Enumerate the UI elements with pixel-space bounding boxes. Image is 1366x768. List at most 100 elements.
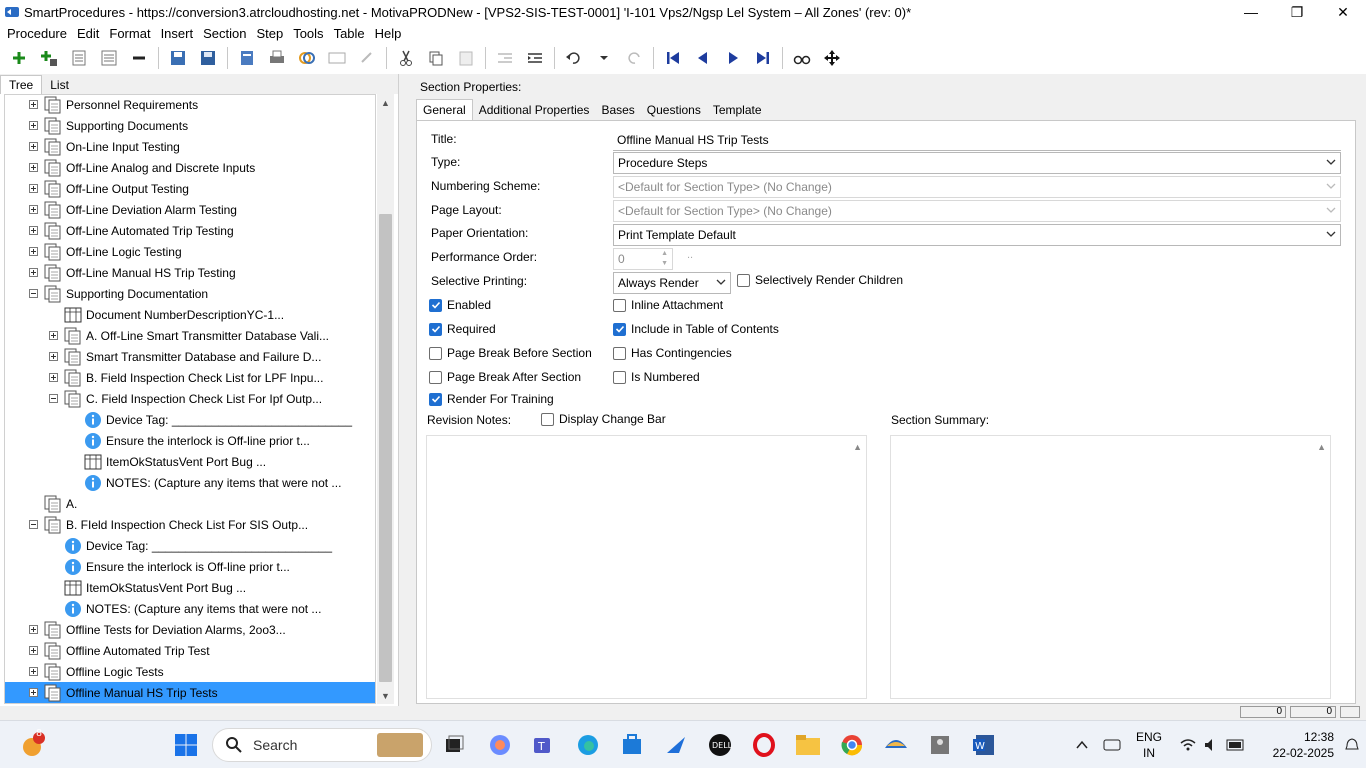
chevron-up-icon[interactable] [1068,731,1096,759]
is-numbered-checkbox[interactable]: Is Numbered [613,370,700,384]
enabled-checkbox[interactable]: Enabled [429,298,491,312]
taskbar-search[interactable]: Search [212,728,432,762]
redo-disabled-button[interactable] [355,46,379,70]
section-summary-textarea[interactable]: ▲ [890,435,1331,699]
menu-insert[interactable]: Insert [156,26,199,41]
scroll-down-icon[interactable]: ▼ [377,687,394,704]
word-icon[interactable]: W [970,731,998,759]
tree-item[interactable]: Offline Automated Trip Test [5,640,375,661]
app-arrow-icon[interactable] [662,731,690,759]
remote-desktop-icon[interactable] [926,731,954,759]
add-subsection-button[interactable] [37,46,61,70]
store-icon[interactable] [618,731,646,759]
tab-bases[interactable]: Bases [595,100,640,120]
opera-icon[interactable] [750,731,778,759]
tree-item[interactable]: Off-Line Manual HS Trip Testing [5,262,375,283]
include-toc-checkbox[interactable]: Include in Table of Contents [613,322,779,336]
tab-list[interactable]: List [42,76,77,94]
expand-icon[interactable] [49,373,58,382]
outdent-button[interactable] [493,46,517,70]
first-button[interactable] [661,46,685,70]
tree-item[interactable]: Device Tag: ___________________________ [5,409,375,430]
panel-splitter[interactable] [398,74,406,706]
selectively-render-children-checkbox[interactable]: Selectively Render Children [737,273,903,287]
outline-button[interactable] [97,46,121,70]
expand-icon[interactable] [29,646,38,655]
smartprocedures-taskbar-icon[interactable] [882,731,910,759]
tree-item[interactable]: C. Field Inspection Check List For Ipf O… [5,388,375,409]
add-section-button[interactable] [7,46,31,70]
tab-template[interactable]: Template [707,100,768,120]
tree-item[interactable]: Ensure the interlock is Off-line prior t… [5,430,375,451]
has-contingencies-checkbox[interactable]: Has Contingencies [613,346,732,360]
scroll-thumb[interactable] [379,214,392,682]
last-button[interactable] [751,46,775,70]
undo-dropdown-icon[interactable] [592,46,616,70]
tree-item[interactable]: Document NumberDescriptionYC-1... [5,304,375,325]
tree-item[interactable]: A. [5,493,375,514]
tree-item[interactable]: B. FIeld Inspection Check List For SIS O… [5,514,375,535]
tree-item[interactable]: ItemOkStatusVent Port Bug ... [5,577,375,598]
delete-button[interactable] [127,46,151,70]
menu-section[interactable]: Section [198,26,251,41]
copy-button[interactable] [424,46,448,70]
tab-tree[interactable]: Tree [0,75,43,94]
tree-item[interactable]: Device Tag: ___________________________ [5,535,375,556]
collapse-icon[interactable] [49,394,58,403]
file-explorer-icon[interactable] [794,731,822,759]
tree-scrollbar[interactable]: ▲ ▼ [377,94,394,704]
region-label[interactable]: IN [1132,746,1166,760]
page-break-before-checkbox[interactable]: Page Break Before Section [429,346,592,360]
tab-questions[interactable]: Questions [641,100,707,120]
paper-orientation-select[interactable]: Print Template Default [613,224,1341,246]
tree-item[interactable]: Supporting Documents [5,115,375,136]
undo-button[interactable] [562,46,586,70]
menu-step[interactable]: Step [251,26,288,41]
move-button[interactable] [820,46,844,70]
menu-format[interactable]: Format [104,26,155,41]
language-label[interactable]: ENG [1132,730,1166,744]
type-select[interactable]: Procedure Steps [613,152,1341,174]
expand-icon[interactable] [29,268,38,277]
expand-icon[interactable] [29,247,38,256]
next-button[interactable] [721,46,745,70]
clock-date[interactable]: 22-02-2025 [1256,746,1334,760]
tree-item[interactable]: Off-Line Automated Trip Testing [5,220,375,241]
tab-additional-properties[interactable]: Additional Properties [473,100,596,120]
tree-item[interactable]: Off-Line Output Testing [5,178,375,199]
widgets-icon[interactable]: 8 [18,728,46,759]
tree-item[interactable]: NOTES: (Capture any items that were not … [5,598,375,619]
clock-time[interactable]: 12:38 [1262,730,1334,744]
display-change-bar-checkbox[interactable]: Display Change Bar [541,412,666,426]
tree-item[interactable]: Ensure the interlock is Off-line prior t… [5,556,375,577]
collapse-icon[interactable] [29,289,38,298]
tab-general[interactable]: General [416,99,473,120]
teams-icon[interactable]: T [530,731,558,759]
form-button[interactable] [325,46,349,70]
dell-icon[interactable]: DELL [706,731,734,759]
expand-icon[interactable] [29,100,38,109]
expand-icon[interactable] [29,688,38,697]
numbering-scheme-select[interactable]: <Default for Section Type> (No Change) [613,176,1341,198]
task-view-icon[interactable] [440,731,468,759]
print-button[interactable] [265,46,289,70]
expand-icon[interactable] [29,121,38,130]
page-break-after-checkbox[interactable]: Page Break After Section [429,370,581,384]
expand-icon[interactable] [29,142,38,151]
tree-item[interactable]: Supporting Documentation [5,283,375,304]
menu-tools[interactable]: Tools [288,26,328,41]
title-input[interactable]: Offline Manual HS Trip Tests [613,129,1341,151]
tree-item[interactable]: ItemOkStatusVent Port Bug ... [5,451,375,472]
expand-icon[interactable] [29,667,38,676]
expand-icon[interactable] [49,352,58,361]
expand-icon[interactable] [29,205,38,214]
performance-order-spinner[interactable]: 0 ▲ ▼ [613,248,673,270]
revision-notes-textarea[interactable]: ▲ [426,435,867,699]
expand-icon[interactable] [29,226,38,235]
find-button[interactable] [790,46,814,70]
page-layout-select[interactable]: <Default for Section Type> (No Change) [613,200,1341,222]
tree-item[interactable]: Off-Line Deviation Alarm Testing [5,199,375,220]
restore-button[interactable]: ❐ [1274,0,1320,24]
tree-item[interactable]: Offline Manual HS Trip Tests [5,682,375,703]
menu-table[interactable]: Table [329,26,370,41]
